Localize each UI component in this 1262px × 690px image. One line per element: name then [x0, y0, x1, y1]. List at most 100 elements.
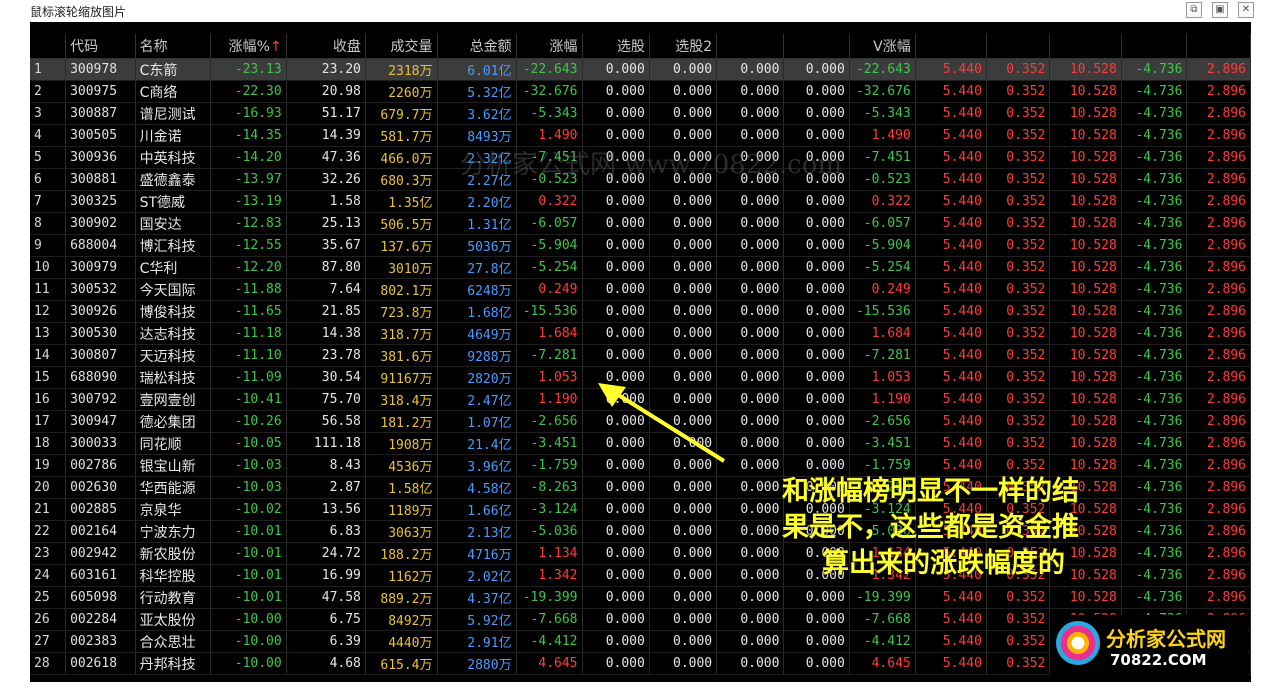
- table-row[interactable]: 11 300532 今天国际 -11.88 7.64 802.1万 6248万 0.249 0.…: [30, 278, 1251, 301]
- table-header-row: 代码 名称 涨幅%↑ 收盘 成交量 总金额 涨幅 选股 选股2 V涨幅: [30, 34, 1251, 59]
- value-cell: 0.000: [582, 344, 650, 367]
- stock-name: 川金诺: [135, 124, 212, 147]
- table-row[interactable]: 8 300902 国安达 -12.83 25.13 506.5万 1.31亿 -6.057 0.…: [30, 212, 1251, 235]
- value-cell: 0.000: [582, 564, 650, 587]
- column-header[interactable]: [1049, 34, 1122, 59]
- change-pct-cell: -10.26: [210, 410, 287, 433]
- close-price-cell: 30.54: [286, 366, 366, 389]
- table-row[interactable]: 14 300807 天迈科技 -11.10 23.78 381.6万 9288万 -7.281…: [30, 344, 1251, 367]
- value-cell: -3.124: [516, 498, 583, 521]
- column-header[interactable]: [1121, 34, 1188, 59]
- value-cell: 10.528: [1049, 388, 1122, 411]
- stock-name: 博汇科技: [135, 234, 212, 257]
- volume-cell: 1.58亿: [365, 476, 438, 499]
- table-row[interactable]: 1 300978 C东箭 -23.13 23.20 2318万 6.01亿 -22.643 0.…: [30, 58, 1251, 81]
- value-cell: 5.440: [915, 278, 987, 301]
- column-header[interactable]: V涨幅: [849, 34, 916, 59]
- column-header[interactable]: [1186, 34, 1251, 59]
- value-cell: 1.490: [849, 124, 916, 147]
- close-price-cell: 87.80: [286, 256, 366, 279]
- column-header[interactable]: 总金额: [437, 34, 517, 59]
- table-row[interactable]: 7 300325 ST德威 -13.19 1.58 1.35亿 2.20亿 0.322 0.00…: [30, 190, 1251, 213]
- column-header[interactable]: 收盘: [286, 34, 366, 59]
- value-cell: 2.896: [1186, 80, 1251, 103]
- volume-cell: 381.6万: [365, 344, 438, 367]
- value-cell: -4.736: [1121, 146, 1188, 169]
- change-pct-cell: -14.20: [210, 146, 287, 169]
- amount-cell: 5.32亿: [437, 80, 517, 103]
- amount-cell: 2.13亿: [437, 520, 517, 543]
- table-row[interactable]: 3 300887 谱尼测试 -16.93 51.17 679.7万 3.62亿 -5.343 0…: [30, 102, 1251, 125]
- value-cell: 0.352: [986, 80, 1051, 103]
- value-cell: 0.000: [649, 190, 718, 213]
- value-cell: -4.736: [1121, 366, 1188, 389]
- value-cell: -4.736: [1121, 190, 1188, 213]
- table-row[interactable]: 2 300975 C商络 -22.30 20.98 2260万 5.32亿 -32.676 0.…: [30, 80, 1251, 103]
- value-cell: 5.440: [915, 124, 987, 147]
- value-cell: 2.896: [1186, 432, 1251, 455]
- change-pct-cell: -10.00: [210, 608, 287, 631]
- table-row[interactable]: 13 300530 达志科技 -11.18 14.38 318.7万 4649万 1.684 0…: [30, 322, 1251, 345]
- stock-code: 300033: [65, 432, 136, 455]
- value-cell: 0.000: [649, 520, 718, 543]
- table-row[interactable]: 9 688004 博汇科技 -12.55 35.67 137.6万 5036万 -5.904 0…: [30, 234, 1251, 257]
- value-cell: 0.000: [783, 344, 850, 367]
- value-cell: -32.676: [849, 80, 916, 103]
- value-cell: 5.440: [915, 432, 987, 455]
- restore-icon[interactable]: ⧉: [1186, 2, 1202, 18]
- volume-cell: 1189万: [365, 498, 438, 521]
- row-index: 3: [30, 102, 67, 125]
- value-cell: -5.343: [516, 102, 583, 125]
- column-header[interactable]: [30, 34, 67, 59]
- value-cell: 0.000: [582, 212, 650, 235]
- volume-cell: 91167万: [365, 366, 438, 389]
- value-cell: 0.000: [582, 586, 650, 609]
- value-cell: 0.000: [649, 278, 718, 301]
- column-header[interactable]: 代码: [65, 34, 136, 59]
- value-cell: 0.352: [986, 344, 1051, 367]
- value-cell: 0.352: [986, 256, 1051, 279]
- stock-name: C东箭: [135, 58, 212, 81]
- column-header[interactable]: [915, 34, 987, 59]
- column-header[interactable]: 涨幅%↑: [210, 34, 287, 59]
- value-cell: 0.352: [986, 366, 1051, 389]
- value-cell: 2.896: [1186, 388, 1251, 411]
- maximize-icon[interactable]: ▣: [1212, 2, 1228, 18]
- table-row[interactable]: 25 605098 行动教育 -10.01 47.58 889.2万 4.37亿 -19.39…: [30, 586, 1251, 609]
- row-index: 28: [30, 652, 67, 675]
- change-pct-cell: -11.09: [210, 366, 287, 389]
- column-header[interactable]: [783, 34, 850, 59]
- stock-code: 300947: [65, 410, 136, 433]
- change-pct-cell: -14.35: [210, 124, 287, 147]
- value-cell: 10.528: [1049, 300, 1122, 323]
- value-cell: 0.000: [716, 58, 785, 81]
- value-cell: 0.000: [783, 190, 850, 213]
- amount-cell: 21.4亿: [437, 432, 517, 455]
- stock-code: 002786: [65, 454, 136, 477]
- value-cell: -4.736: [1121, 168, 1188, 191]
- row-index: 26: [30, 608, 67, 631]
- table-row[interactable]: 10 300979 C华利 -12.20 87.80 3010万 27.8亿 -5.254 0.…: [30, 256, 1251, 279]
- column-header[interactable]: 涨幅: [516, 34, 583, 59]
- value-cell: 0.000: [716, 344, 785, 367]
- column-header[interactable]: 选股: [582, 34, 650, 59]
- right-margin: [1251, 22, 1262, 690]
- stock-code: 002942: [65, 542, 136, 565]
- value-cell: 0.000: [716, 322, 785, 345]
- column-header-label: 总金额: [469, 39, 512, 55]
- column-header[interactable]: 名称: [135, 34, 212, 59]
- window-title: 鼠标滚轮缩放图片: [30, 5, 127, 19]
- value-cell: 4.645: [516, 652, 583, 675]
- column-header[interactable]: 选股2: [649, 34, 718, 59]
- value-cell: 1.342: [516, 564, 583, 587]
- value-cell: 5.440: [915, 212, 987, 235]
- value-cell: 0.000: [582, 498, 650, 521]
- volume-cell: 506.5万: [365, 212, 438, 235]
- change-pct-cell: -10.00: [210, 652, 287, 675]
- close-icon[interactable]: ✕: [1238, 2, 1254, 18]
- column-header[interactable]: [986, 34, 1051, 59]
- column-header[interactable]: 成交量: [365, 34, 438, 59]
- table-row[interactable]: 12 300926 博俊科技 -11.65 21.85 723.8万 1.68亿 -15.53…: [30, 300, 1251, 323]
- column-header[interactable]: [716, 34, 785, 59]
- change-pct-cell: -10.01: [210, 542, 287, 565]
